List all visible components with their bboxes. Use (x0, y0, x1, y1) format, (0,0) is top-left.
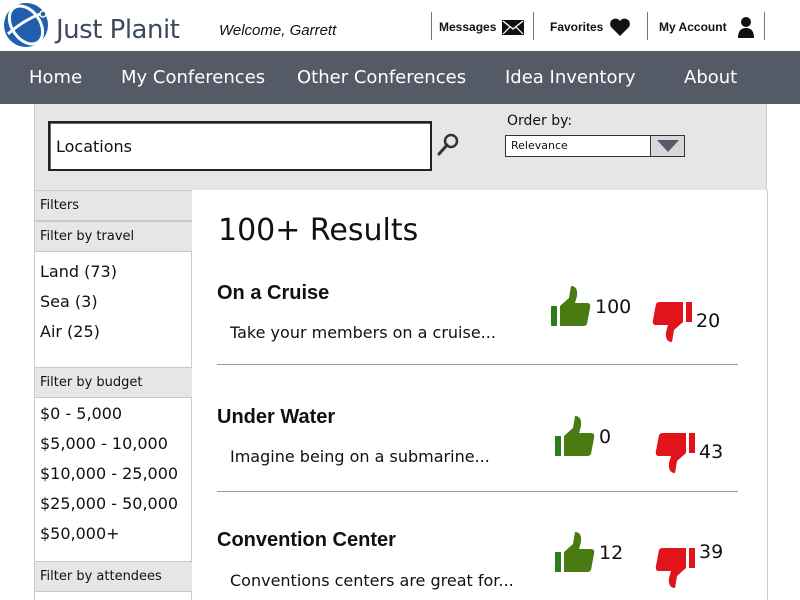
downvote-count: 39 (699, 541, 724, 563)
downvote-button[interactable]: 39 (655, 541, 723, 588)
nav-about[interactable]: About (684, 51, 737, 104)
result-divider (217, 364, 738, 365)
brand-name[interactable]: Just Planit (56, 15, 180, 45)
filter-option-budget-2[interactable]: $10,000 - 25,000 (40, 464, 178, 483)
search-input[interactable] (48, 121, 432, 171)
upvote-button[interactable]: 12 (555, 532, 623, 574)
thumbs-up-icon (555, 416, 595, 456)
upvote-button[interactable]: 100 (551, 286, 631, 328)
envelope-icon (502, 19, 525, 35)
filter-option-land[interactable]: Land (73) (40, 262, 117, 281)
result-title[interactable]: Convention Center (217, 529, 396, 552)
result-divider (217, 491, 738, 492)
result-title[interactable]: Under Water (217, 406, 335, 429)
thumbs-down-icon (655, 433, 695, 473)
my-account-link[interactable]: My Account (659, 13, 755, 41)
messages-label: Messages (439, 20, 497, 34)
welcome-text: Welcome, Garrett (219, 22, 337, 39)
divider (431, 12, 432, 40)
nav-my-conferences[interactable]: My Conferences (121, 51, 265, 104)
thumbs-down-icon (655, 548, 695, 588)
top-bar: Just Planit Welcome, Garrett Messages Fa… (0, 0, 800, 52)
main-nav: Home My Conferences Other Conferences Id… (0, 51, 800, 104)
upvote-count: 0 (599, 426, 612, 448)
logo-globe-icon[interactable] (0, 0, 54, 52)
thumbs-up-icon (555, 532, 595, 572)
divider (764, 12, 765, 40)
orderby-label: Order by: (507, 113, 573, 129)
results-count: 100+ Results (218, 213, 419, 248)
result-title[interactable]: On a Cruise (217, 282, 329, 305)
orderby-select[interactable]: Relevance (505, 135, 685, 157)
downvote-button[interactable]: 43 (655, 431, 723, 473)
upvote-count: 100 (595, 296, 632, 318)
dropdown-arrow-icon[interactable] (650, 136, 684, 156)
filters-heading: Filters (35, 190, 192, 221)
filter-attendees-heading: Filter by attendees (35, 561, 192, 592)
filter-travel-heading: Filter by travel (35, 221, 192, 252)
filter-option-sea[interactable]: Sea (3) (40, 292, 98, 311)
result-description: Take your members on a cruise... (230, 323, 496, 342)
downvote-count: 20 (696, 310, 721, 332)
downvote-count: 43 (699, 441, 724, 463)
downvote-button[interactable]: 20 (652, 300, 720, 342)
upvote-button[interactable]: 0 (555, 416, 611, 458)
filter-option-budget-1[interactable]: $5,000 - 10,000 (40, 434, 168, 453)
heart-icon (609, 18, 631, 37)
filter-sidebar: Filters Filter by travel Land (73) Sea (… (34, 190, 192, 600)
person-icon (737, 16, 755, 38)
divider (647, 12, 648, 40)
nav-home[interactable]: Home (29, 51, 82, 104)
result-description: Imagine being on a submarine... (230, 447, 490, 466)
filter-option-budget-0[interactable]: $0 - 5,000 (40, 404, 122, 423)
result-description: Conventions centers are great for... (230, 571, 514, 590)
favorites-link[interactable]: Favorites (550, 13, 631, 41)
upvote-count: 12 (599, 542, 624, 564)
messages-link[interactable]: Messages (439, 13, 525, 41)
nav-other-conferences[interactable]: Other Conferences (297, 51, 466, 104)
content-border (767, 190, 768, 600)
filter-option-budget-4[interactable]: $50,000+ (40, 524, 120, 543)
search-panel: Order by: Relevance (34, 104, 767, 190)
thumbs-up-icon (551, 286, 591, 326)
my-account-label: My Account (659, 20, 727, 34)
filter-option-air[interactable]: Air (25) (40, 322, 100, 341)
divider (533, 12, 534, 40)
thumbs-down-icon (652, 302, 692, 342)
orderby-value: Relevance (511, 139, 568, 152)
filter-option-budget-3[interactable]: $25,000 - 50,000 (40, 494, 178, 513)
nav-idea-inventory[interactable]: Idea Inventory (505, 51, 636, 104)
favorites-label: Favorites (550, 20, 604, 34)
search-icon[interactable] (435, 132, 461, 158)
filter-budget-heading: Filter by budget (35, 367, 192, 398)
